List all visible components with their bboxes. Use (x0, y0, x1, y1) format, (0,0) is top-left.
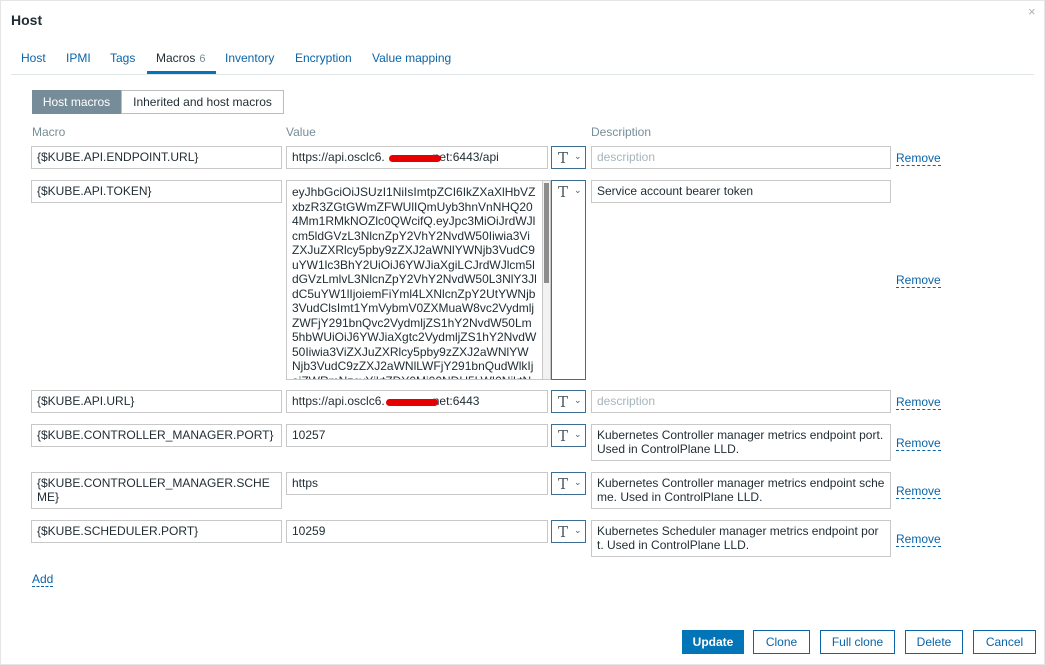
value-type-button[interactable]: T ⌄ (551, 424, 586, 447)
description-input[interactable]: description (591, 390, 891, 413)
text-type-icon: T (558, 149, 569, 167)
remove-link[interactable]: Remove (896, 395, 941, 410)
tab-encryption[interactable]: Encryption (295, 51, 352, 65)
tab-ipmi[interactable]: IPMI (66, 51, 91, 65)
tab-inventory[interactable]: Inventory (225, 51, 274, 65)
chevron-down-icon: ⌄ (574, 429, 582, 439)
macro-name-input[interactable]: {$KUBE.CONTROLLER_MANAGER.PORT} (31, 424, 282, 447)
chevron-down-icon: ⌄ (574, 395, 582, 405)
macro-name-input[interactable]: {$KUBE.API.TOKEN} (31, 180, 282, 203)
tab-macros[interactable]: Macros 6 (156, 51, 205, 65)
text-type-icon: T (558, 475, 569, 493)
dialog-title: Host (11, 12, 43, 28)
redaction-mark (389, 155, 441, 162)
macro-name-input[interactable]: {$KUBE.CONTROLLER_MANAGER.SCHEME} (31, 472, 282, 509)
macro-value-textarea[interactable]: eyJhbGciOiJSUzI1NiIsImtpZCI6IkZXaXlHbVZx… (286, 180, 543, 380)
host-macros-toggle[interactable]: Host macros (32, 90, 121, 114)
tab-bar: Host IPMI Tags Macros 6 Inventory Encrypt… (11, 45, 1034, 75)
cancel-button[interactable]: Cancel (973, 630, 1036, 654)
add-macro-link[interactable]: Add (32, 572, 54, 587)
active-tab-indicator (147, 71, 216, 74)
text-type-icon: T (558, 393, 569, 411)
macro-name-input[interactable]: {$KUBE.API.ENDPOINT.URL} (31, 146, 282, 169)
value-scrollbar[interactable] (543, 180, 551, 380)
description-input[interactable]: description (591, 146, 891, 169)
macro-value-input[interactable]: 10259 (286, 520, 548, 543)
value-type-button[interactable]: T ⌄ (551, 520, 586, 543)
chevron-down-icon: ⌄ (574, 185, 582, 195)
column-header-value: Value (286, 125, 316, 139)
text-type-icon: T (558, 427, 569, 445)
full-clone-button[interactable]: Full clone (820, 630, 895, 654)
remove-link[interactable]: Remove (896, 484, 941, 499)
remove-link[interactable]: Remove (896, 151, 941, 166)
token-text: eyJhbGciOiJSUzI1NiIsImtpZCI6IkZXaXlHbVZx… (292, 185, 537, 379)
tab-value-mapping[interactable]: Value mapping (372, 51, 451, 65)
redaction-mark (386, 399, 438, 406)
description-input[interactable]: Kubernetes Controller manager metrics en… (591, 424, 891, 461)
value-type-button[interactable]: T ⌄ (551, 390, 586, 413)
scrollbar-thumb[interactable] (544, 183, 549, 283)
macro-name-input[interactable]: {$KUBE.API.URL} (31, 390, 282, 413)
value-text-suffix: net:6443/api (432, 150, 499, 164)
value-text-prefix: https://api.osclc6. (292, 150, 385, 164)
chevron-down-icon: ⌄ (574, 477, 582, 487)
text-type-icon: T (558, 183, 569, 201)
remove-link[interactable]: Remove (896, 532, 941, 547)
value-text-prefix: https://api.osclc6. (292, 394, 385, 408)
tab-host[interactable]: Host (21, 51, 46, 65)
value-type-button[interactable]: T ⌄ (551, 472, 586, 495)
inherited-macros-toggle[interactable]: Inherited and host macros (121, 90, 284, 114)
remove-link[interactable]: Remove (896, 436, 941, 451)
delete-button[interactable]: Delete (905, 630, 963, 654)
host-dialog: Host × Host IPMI Tags Macros 6 Inventory … (0, 0, 1045, 665)
tab-macros-count: 6 (199, 53, 206, 65)
column-header-macro: Macro (32, 125, 66, 139)
description-input[interactable]: Kubernetes Scheduler manager metrics end… (591, 520, 891, 557)
close-icon[interactable]: × (1028, 4, 1036, 19)
update-button[interactable]: Update (682, 630, 744, 654)
value-type-button[interactable]: T ⌄ (551, 180, 586, 380)
clone-button[interactable]: Clone (753, 630, 810, 654)
value-text-suffix: net:6443 (432, 394, 480, 408)
chevron-down-icon: ⌄ (574, 525, 582, 535)
description-input[interactable]: Service account bearer token (591, 180, 891, 203)
value-type-button[interactable]: T ⌄ (551, 146, 586, 169)
text-type-icon: T (558, 523, 569, 541)
column-header-description: Description (591, 125, 652, 139)
tab-tags[interactable]: Tags (110, 51, 135, 65)
description-input[interactable]: Kubernetes Controller manager metrics en… (591, 472, 891, 509)
chevron-down-icon: ⌄ (574, 151, 582, 161)
tab-macros-label: Macros (156, 51, 196, 65)
macro-value-input[interactable]: 10257 (286, 424, 548, 447)
remove-link[interactable]: Remove (896, 273, 941, 288)
macro-name-input[interactable]: {$KUBE.SCHEDULER.PORT} (31, 520, 282, 543)
macro-value-input[interactable]: https (286, 472, 548, 495)
